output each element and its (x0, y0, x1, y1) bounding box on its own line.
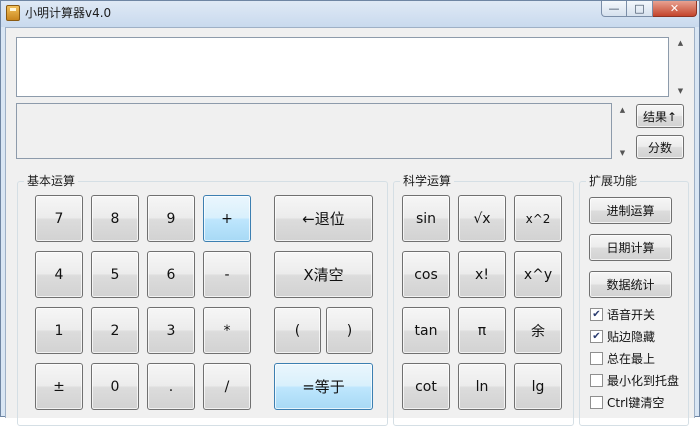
always-on-top-option[interactable]: 总在最上 (590, 350, 655, 367)
extended-functions-label: 扩展功能 (586, 173, 641, 189)
key-sqrt[interactable]: √x (458, 195, 506, 242)
key-power[interactable]: x^y (514, 251, 562, 298)
key-decimal[interactable]: . (147, 363, 195, 410)
expression-input[interactable] (16, 37, 669, 97)
left-paren-button[interactable]: ( (274, 307, 321, 354)
key-9[interactable]: 9 (147, 195, 195, 242)
scroll-down-arrow-icon[interactable]: ▼ (620, 149, 625, 157)
close-icon: ✕ (669, 2, 680, 15)
voice-toggle-label: 语音开关 (607, 308, 656, 322)
key-7[interactable]: 7 (35, 195, 83, 242)
statistics-button[interactable]: 数据统计 (589, 271, 672, 298)
key-ln[interactable]: ln (458, 363, 506, 410)
maximize-icon: □ (634, 2, 645, 15)
key-factorial[interactable]: x! (458, 251, 506, 298)
key-0[interactable]: 0 (91, 363, 139, 410)
minimize-icon: — (608, 2, 620, 15)
maximize-button[interactable]: □ (627, 1, 653, 17)
close-button[interactable]: ✕ (653, 1, 697, 17)
client-area: ▲ ▼ ▲ ▼ 结果↑ 分数 基本运算 7 8 9 + 4 5 6 - 1 2 … (5, 27, 695, 426)
checkbox-checked-icon[interactable]: ✔ (590, 330, 603, 343)
expression-scrollbar[interactable]: ▲ ▼ (672, 37, 689, 97)
checkbox-checked-icon[interactable]: ✔ (590, 308, 603, 321)
key-3[interactable]: 3 (147, 307, 195, 354)
base-conversion-button[interactable]: 进制运算 (589, 197, 672, 224)
always-on-top-label: 总在最上 (607, 352, 656, 366)
equals-button[interactable]: =等于 (274, 363, 373, 410)
edge-hide-label: 贴边隐藏 (607, 330, 656, 344)
window-title: 小明计算器v4.0 (25, 6, 112, 20)
key-minus[interactable]: - (203, 251, 251, 298)
checkbox-unchecked-icon[interactable] (590, 396, 603, 409)
calculator-window: 小明计算器v4.0 — □ ✕ ▲ ▼ ▲ ▼ 结果↑ 分数 基本运算 7 8 … (0, 0, 700, 426)
key-pi[interactable]: π (458, 307, 506, 354)
key-cos[interactable]: cos (402, 251, 450, 298)
fraction-button[interactable]: 分数 (636, 135, 684, 159)
basic-operations-label: 基本运算 (24, 173, 79, 189)
title-bar[interactable]: 小明计算器v4.0 — □ ✕ (1, 1, 699, 27)
key-sin[interactable]: sin (402, 195, 450, 242)
key-6[interactable]: 6 (147, 251, 195, 298)
ctrl-clear-label: Ctrl键清空 (607, 396, 665, 410)
right-paren-button[interactable]: ) (326, 307, 373, 354)
key-divide[interactable]: / (203, 363, 251, 410)
window-controls: — □ ✕ (601, 1, 697, 17)
clear-button[interactable]: X清空 (274, 251, 373, 298)
scroll-up-arrow-icon[interactable]: ▲ (620, 106, 625, 114)
key-5[interactable]: 5 (91, 251, 139, 298)
result-display[interactable] (16, 103, 612, 159)
key-plus[interactable]: + (203, 195, 251, 242)
checkbox-unchecked-icon[interactable] (590, 352, 603, 365)
scientific-operations-label: 科学运算 (400, 173, 455, 189)
edge-hide-option[interactable]: ✔ 贴边隐藏 (590, 328, 655, 345)
minimize-to-tray-label: 最小化到托盘 (607, 374, 680, 388)
date-calc-button[interactable]: 日期计算 (589, 234, 672, 261)
key-4[interactable]: 4 (35, 251, 83, 298)
key-modulo[interactable]: 余 (514, 307, 562, 354)
checkbox-unchecked-icon[interactable] (590, 374, 603, 387)
key-tan[interactable]: tan (402, 307, 450, 354)
key-lg[interactable]: lg (514, 363, 562, 410)
key-cot[interactable]: cot (402, 363, 450, 410)
key-multiply[interactable]: * (203, 307, 251, 354)
app-icon (6, 5, 20, 21)
key-2[interactable]: 2 (91, 307, 139, 354)
backspace-button[interactable]: ←退位 (274, 195, 373, 242)
key-square[interactable]: x^2 (514, 195, 562, 242)
voice-toggle-option[interactable]: ✔ 语音开关 (590, 306, 655, 323)
scroll-down-arrow-icon[interactable]: ▼ (678, 87, 683, 95)
result-scrollbar[interactable]: ▲ ▼ (614, 104, 631, 159)
key-1[interactable]: 1 (35, 307, 83, 354)
key-8[interactable]: 8 (91, 195, 139, 242)
result-up-button[interactable]: 结果↑ (636, 104, 684, 128)
minimize-button[interactable]: — (601, 1, 627, 17)
minimize-to-tray-option[interactable]: 最小化到托盘 (590, 372, 679, 389)
scroll-up-arrow-icon[interactable]: ▲ (678, 39, 683, 47)
key-plus-minus[interactable]: ± (35, 363, 83, 410)
ctrl-clear-option[interactable]: Ctrl键清空 (590, 394, 664, 411)
